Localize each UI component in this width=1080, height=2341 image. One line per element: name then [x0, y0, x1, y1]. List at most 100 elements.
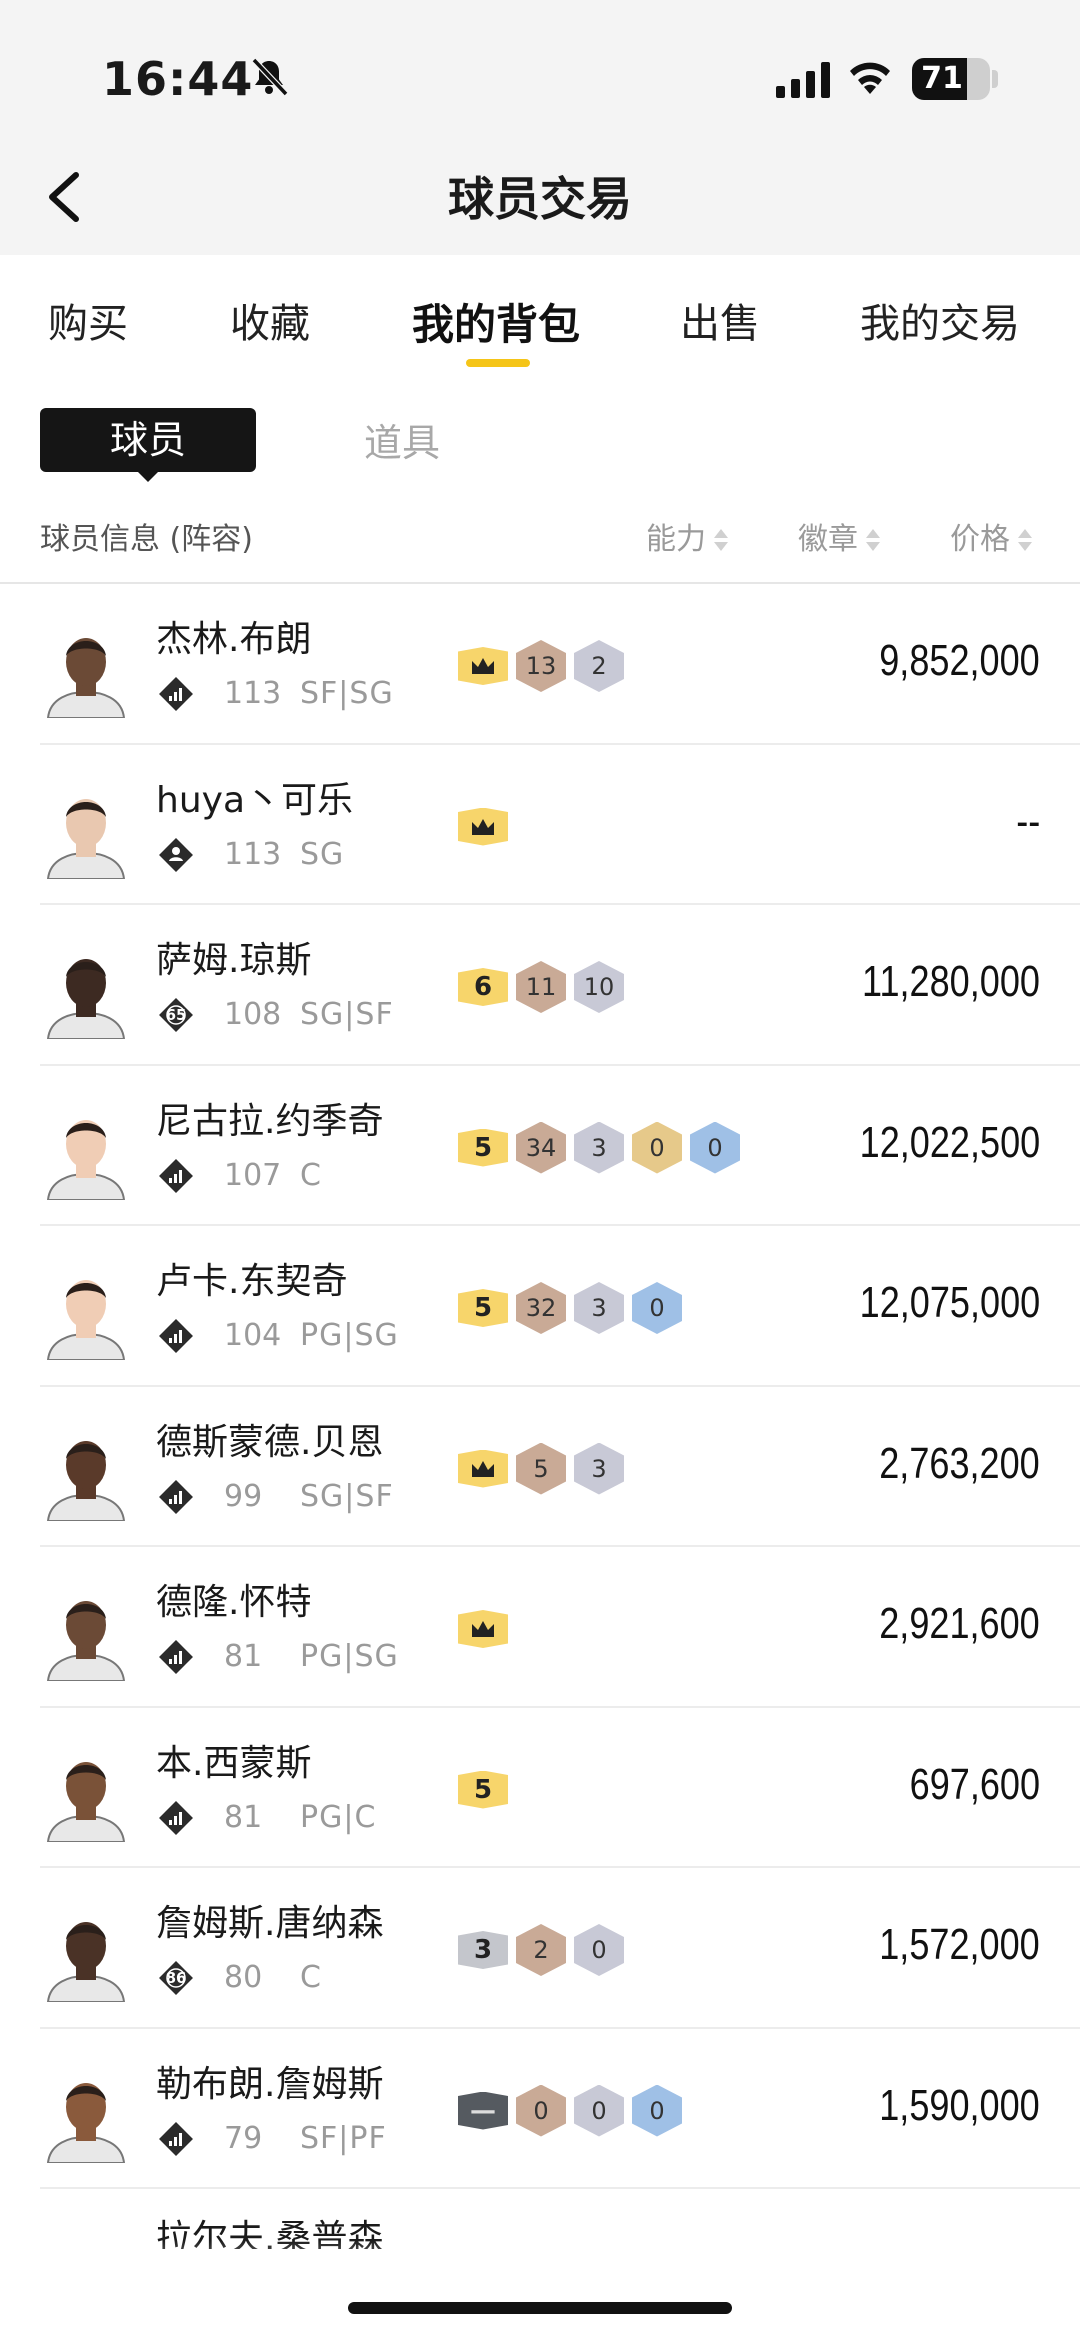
badge-group: 5 34 3 0 0 [458, 1121, 740, 1174]
crown-tier-badge [458, 647, 508, 685]
signal-bars-icon [159, 1800, 193, 1835]
badge-group: 320 [458, 1924, 624, 1976]
badge-group [458, 1603, 508, 1655]
player-price: 2,763,200 [879, 1438, 1040, 1488]
bottom-fade [0, 2240, 1080, 2341]
subtab-pointer [136, 470, 160, 482]
active-tab-indicator [466, 359, 530, 367]
column-badge-label: 徽章 [798, 522, 858, 557]
subtab-items[interactable]: 道具 [364, 412, 440, 467]
badge-group [458, 801, 508, 853]
player-list: 杰林.布朗 113 SF|SG 13 2 9,852,000 huya丶可乐 11… [0, 584, 1080, 2249]
player-name: 詹姆斯.唐纳森 [156, 1903, 384, 1944]
player-name: 本.西蒙斯 [156, 1742, 312, 1784]
column-price[interactable]: 价格 [950, 514, 1032, 558]
player-price: -- [1015, 796, 1040, 846]
signal-bars-icon [159, 2121, 193, 2156]
player-row[interactable]: 杰林.布朗 113 SF|SG 13 2 9,852,000 [0, 584, 1080, 745]
player-overall: 80 [224, 1960, 263, 1995]
sort-arrows-icon [1016, 527, 1032, 553]
player-position: C [300, 1960, 322, 1995]
column-price-label: 价格 [950, 522, 1010, 557]
home-indicator [348, 2302, 732, 2314]
player-name: 德斯蒙德.贝恩 [156, 1421, 384, 1463]
player-name: 萨姆.琼斯 [156, 940, 312, 981]
player-price: 12,022,500 [859, 1117, 1040, 1167]
player-avatar [46, 1440, 126, 1521]
signal-bars-icon [159, 1479, 193, 1514]
silver-badge-count: 0 [574, 2084, 624, 2137]
player-price: 2,921,600 [879, 1599, 1040, 1648]
badge-group: —0 0 0 [458, 2084, 682, 2137]
tier-badge: 3 [458, 1931, 508, 1969]
player-row[interactable]: 德隆.怀特 81 PG|SG 2,921,600 [0, 1547, 1080, 1708]
player-position: PG|SG [300, 1639, 399, 1674]
silver-badge-count: 0 [574, 1924, 624, 1976]
tab-favorites[interactable]: 收藏 [230, 291, 310, 349]
silver-badge-count: 3 [574, 1282, 624, 1334]
player-name: 杰林.布朗 [156, 619, 312, 660]
player-position: SG [300, 836, 345, 872]
status-bar: 16:44 71 [0, 0, 1080, 130]
tier-badge: — [458, 2091, 508, 2130]
column-badge[interactable]: 徽章 [798, 514, 880, 558]
player-row[interactable]: 本.西蒙斯 81 PG|C 5 697,600 [0, 1708, 1080, 1869]
bronze-badge-count: 11 [516, 961, 566, 1013]
player-position: C [300, 1157, 322, 1193]
player-avatar [46, 959, 126, 1039]
player-position: PG|C [300, 1799, 377, 1835]
crown-icon [472, 818, 494, 835]
badge-group: 5 32 3 0 [458, 1282, 682, 1334]
player-position: SG|SF [300, 997, 394, 1032]
player-overall: 81 [224, 1639, 263, 1674]
tab-buy[interactable]: 购买 [48, 291, 128, 349]
tab-my-trades[interactable]: 我的交易 [860, 291, 1020, 349]
player-avatar [46, 1280, 126, 1360]
player-price: 12,075,000 [859, 1278, 1040, 1327]
blue-badge-count: 0 [690, 1121, 740, 1174]
player-row[interactable]: huya丶可乐 113 SG -- [0, 745, 1080, 906]
player-row[interactable]: 萨姆.琼斯 65 108 SG|SF 6 11 10 11,280,000 [0, 905, 1080, 1066]
tier-badge: 5 [458, 1289, 508, 1327]
badge-group: 13 2 [458, 640, 624, 692]
player-price: 1,572,000 [879, 1920, 1040, 1969]
nav-header: 球员交易 [0, 145, 1080, 255]
tab-my-backpack[interactable]: 我的背包 [412, 291, 580, 352]
silver-badge-count: 10 [574, 961, 624, 1013]
battery-level: 71 [921, 61, 963, 96]
bronze-badge-count: 2 [516, 1924, 566, 1976]
column-ability-label: 能力 [646, 522, 706, 557]
bronze-badge-count: 5 [516, 1442, 566, 1495]
crown-tier-badge [458, 807, 508, 846]
player-avatar [46, 1922, 126, 2002]
player-row[interactable]: 詹姆斯.唐纳森 86 80 C 320 1,572,000 [0, 1868, 1080, 2029]
cellular-signal-icon [776, 62, 830, 98]
player-name: 卢卡.东契奇 [156, 1261, 348, 1302]
badge-group: 6 11 10 [458, 961, 624, 1013]
tier-badge: 6 [458, 968, 508, 1006]
player-row[interactable]: 卢卡.东契奇 104 PG|SG 5 32 3 0 12,075,000 [0, 1226, 1080, 1387]
tab-sell[interactable]: 出售 [680, 291, 760, 349]
player-name: 勒布朗.詹姆斯 [156, 2063, 384, 2105]
column-player-info: 球员信息 (阵容) [40, 522, 253, 557]
player-avatar [46, 1601, 126, 1681]
player-overall: 108 [224, 997, 282, 1032]
player-row[interactable]: 勒布朗.詹姆斯 79 SF|PF —0 0 0 1,590,000 [0, 2029, 1080, 2190]
bronze-badge-count: 0 [516, 2084, 566, 2137]
player-position: PG|SG [300, 1318, 399, 1353]
subtab-players[interactable]: 球员 [40, 408, 256, 472]
column-ability[interactable]: 能力 [646, 514, 728, 558]
blue-badge-count: 0 [632, 1282, 682, 1334]
player-price: 11,280,000 [862, 957, 1040, 1006]
bell-off-icon [251, 57, 289, 97]
signal-bars-icon [159, 1640, 193, 1674]
player-position: SF|PF [300, 2120, 387, 2156]
player-row[interactable]: 尼古拉.约季奇 107 C 5 34 3 0 0 12,022,500 [0, 1066, 1080, 1227]
tier-badge: 5 [458, 1770, 508, 1809]
silver-badge-count: 2 [574, 640, 624, 692]
player-price: 1,590,000 [879, 2080, 1040, 2130]
status-time: 16:44 [102, 52, 254, 106]
person-icon [159, 837, 193, 872]
player-row[interactable]: 德斯蒙德.贝恩 99 SG|SF 53 2,763,200 [0, 1387, 1080, 1548]
player-name: huya丶可乐 [156, 779, 353, 821]
